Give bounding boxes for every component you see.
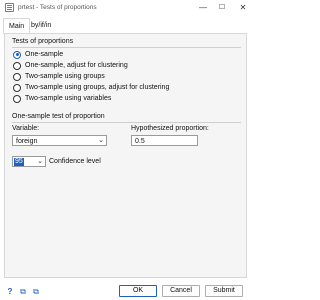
- hypothesized-proportion-value: 0.5: [135, 137, 145, 145]
- footer-bar: ? ⧉ ⧉ OK Cancel Submit: [0, 283, 253, 300]
- radio-label: One-sample, adjust for clustering: [25, 62, 128, 69]
- radio-label: Two-sample using variables: [25, 95, 112, 102]
- radio-button[interactable]: [13, 61, 21, 70]
- radio-label: Two-sample using groups: [25, 73, 105, 80]
- one-sample-section-divider: [12, 122, 241, 123]
- radio-button[interactable]: [13, 94, 21, 103]
- tab-by-if-in[interactable]: by/if/in: [26, 18, 56, 34]
- radio-one-sample[interactable]: One-sample: [13, 50, 63, 59]
- variable-select[interactable]: foreign ⌄: [12, 135, 107, 146]
- variable-label: Variable:: [12, 125, 40, 132]
- chevron-down-icon[interactable]: ⌄: [98, 136, 104, 144]
- copy-command-icon[interactable]: ⧉: [18, 287, 28, 297]
- submit-button[interactable]: Submit: [205, 285, 243, 297]
- confidence-level-select[interactable]: 95 ⌄: [12, 156, 46, 167]
- cancel-button[interactable]: Cancel: [162, 285, 200, 297]
- confidence-level-label: Confidence level: [49, 158, 101, 165]
- app-icon: [5, 3, 14, 12]
- radio-label: One-sample: [25, 51, 64, 58]
- hypothesized-proportion-input[interactable]: 0.5: [131, 135, 198, 146]
- one-sample-section-title: One-sample test of proportion: [12, 113, 105, 120]
- variable-value: foreign: [16, 137, 38, 145]
- radio-two-sample-groups-cluster[interactable]: Two-sample using groups, adjust for clus…: [13, 83, 169, 92]
- minimize-icon[interactable]: —: [193, 0, 213, 16]
- chevron-down-icon[interactable]: ⌄: [37, 157, 43, 165]
- close-icon[interactable]: ✕: [233, 0, 253, 16]
- tab-bar: Main by/if/in: [0, 18, 253, 34]
- hypothesized-proportion-label: Hypothesized proportion:: [131, 125, 209, 132]
- window-title: prtest - Tests of proportions: [18, 4, 97, 11]
- radio-two-sample-variables[interactable]: Two-sample using variables: [13, 94, 111, 103]
- title-bar: prtest - Tests of proportions — ☐ ✕: [0, 0, 253, 16]
- tests-section-title: Tests of proportions: [12, 38, 74, 45]
- radio-two-sample-groups[interactable]: Two-sample using groups: [13, 72, 105, 81]
- main-panel: Tests of proportions One-sample One-samp…: [4, 33, 247, 278]
- tests-section-divider: [12, 47, 241, 48]
- radio-one-sample-cluster[interactable]: One-sample, adjust for clustering: [13, 61, 128, 70]
- help-icon[interactable]: ?: [5, 287, 15, 297]
- radio-button-selected[interactable]: [13, 50, 21, 59]
- radio-label: Two-sample using groups, adjust for clus…: [25, 84, 170, 91]
- maximize-icon[interactable]: ☐: [212, 0, 232, 16]
- confidence-level-value: 95: [14, 158, 24, 166]
- reset-icon[interactable]: ⧉: [31, 287, 41, 297]
- radio-button[interactable]: [13, 72, 21, 81]
- ok-button[interactable]: OK: [119, 285, 157, 297]
- radio-button[interactable]: [13, 83, 21, 92]
